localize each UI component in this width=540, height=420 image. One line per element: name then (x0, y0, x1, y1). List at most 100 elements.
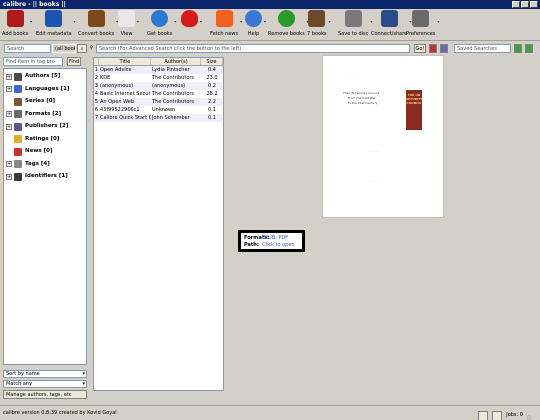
toolbar-info-button[interactable]: Edit metadata ▾ (36, 10, 76, 37)
tag-category[interactable]: + Publishers [2] (6, 121, 68, 132)
tag-category[interactable]: News [0] (6, 146, 52, 157)
path-link[interactable]: Click to open (262, 242, 295, 248)
book-author: Unknown (152, 107, 176, 113)
category-icon (14, 97, 22, 106)
category-label: News [0] (25, 148, 53, 154)
find-button[interactable]: Find (67, 57, 81, 66)
dropdown-arrow-icon[interactable]: ▾ (437, 19, 439, 24)
match-combo[interactable]: Match any (3, 380, 87, 388)
advanced-search-icon[interactable]: ⚲ (89, 44, 94, 53)
main-toolbar: Add books▾Edit metadata▾Convert books▾Vi… (0, 9, 540, 41)
library-icon (308, 10, 326, 27)
toolbar-library-button[interactable]: 7 books ▾ (307, 10, 331, 37)
jobs-indicator[interactable]: Jobs: 0 (506, 408, 523, 420)
toolbar-label: Save to disc (338, 31, 369, 37)
virtual-library-combo[interactable]: Search (4, 44, 51, 53)
book-row[interactable]: 7Calibre Quick Start GuideJohn Schember0… (94, 114, 223, 122)
cover-small-line: · · · · · · · · · (343, 78, 354, 80)
book-row[interactable]: 3 (anonymous) (anonymous) 0.2 (94, 82, 223, 90)
globe-icon (151, 10, 169, 27)
close-button[interactable] (530, 1, 538, 8)
tag-category[interactable]: + Authors [5] (6, 71, 60, 82)
clear-search-icon[interactable] (429, 44, 437, 53)
toolbar-label: Convert books (78, 31, 115, 37)
layout-icon[interactable] (478, 410, 489, 420)
dropdown-arrow-icon[interactable]: ▾ (240, 19, 242, 24)
book-row[interactable]: 6 43f99522966c1 Unknown 0.1 (94, 106, 223, 114)
toolbar-heart-button[interactable]: ▾ (181, 10, 202, 31)
tag-category[interactable]: + Languages [1] (6, 84, 69, 95)
saved-searches-combo[interactable]: Saved Searches (454, 44, 511, 53)
book-title: Basic Internet Security (100, 91, 151, 97)
dropdown-arrow-icon[interactable]: ▾ (74, 19, 76, 24)
go-button[interactable]: Go! (414, 44, 426, 53)
dropdown-arrow-icon[interactable]: ▾ (30, 19, 32, 24)
toolbar-preferences-button[interactable]: Preferences ▾ (406, 10, 439, 37)
maximize-button[interactable] (521, 1, 529, 8)
formats-link[interactable]: EPUB, PDF (262, 235, 288, 241)
recycle-icon (277, 10, 295, 27)
category-label: Publishers [2] (25, 123, 69, 129)
toolbar-save-button[interactable]: Save to disc ▾ (338, 10, 372, 37)
search-input[interactable]: Search (For Advanced Search click the bu… (96, 44, 410, 53)
toolbar-magnifier-button[interactable]: View ▾ (118, 10, 139, 37)
dropdown-arrow-icon[interactable]: ▾ (264, 19, 266, 24)
magnifier-icon (118, 10, 135, 27)
all-books-label: (all books) (52, 44, 76, 53)
expand-icon[interactable]: + (6, 111, 12, 117)
column-size[interactable]: Size (MB) (201, 58, 223, 65)
toolbar-news-button[interactable]: Fetch news ▾ (210, 10, 242, 37)
binoculars-icon[interactable]: ⌕ (77, 44, 87, 53)
toolbar-connect-button[interactable]: Connect/share ▾ (371, 10, 411, 37)
toolbar-label: Help (247, 31, 260, 37)
tag-category[interactable]: Ratings [0] (6, 134, 59, 145)
toolbar-label: Add books (2, 31, 29, 37)
book-row[interactable]: 4Basic Internet SecurityThe Contributors… (94, 90, 223, 98)
book-row[interactable]: 2 KDE The Contributors 23.0 (94, 74, 223, 82)
expand-icon[interactable]: + (6, 73, 12, 80)
tag-category[interactable]: + Tags [4] (6, 159, 50, 170)
heart-icon (181, 10, 198, 27)
tag-category[interactable]: Series [0] (6, 96, 55, 107)
column-title[interactable]: Title (99, 58, 151, 65)
dropdown-arrow-icon[interactable]: ▾ (174, 19, 176, 24)
copy-search-icon[interactable] (440, 44, 448, 53)
delete-search-icon[interactable] (525, 44, 533, 53)
cover-sub1: From the Cold War (348, 96, 376, 100)
minimize-button[interactable] (512, 1, 520, 8)
title-bar: calibre - || books || (0, 0, 540, 9)
expand-icon[interactable]: + (6, 161, 12, 167)
info-icon (45, 10, 63, 27)
manage-button[interactable]: Manage authors, tags, etc (3, 390, 87, 399)
path-label: Path: (244, 242, 259, 248)
expand-icon[interactable]: + (6, 173, 12, 180)
book-list: Title Author(s) Size (MB) 1Open AdviceLy… (93, 57, 224, 391)
toolbar-add-books-button[interactable]: Add books ▾ (2, 10, 32, 37)
toolbar-label: Connect/share (371, 31, 408, 37)
category-icon (14, 72, 22, 81)
expand-icon[interactable]: + (6, 123, 12, 130)
sort-by-combo[interactable]: Sort by name (3, 370, 87, 378)
category-label: Authors [5] (25, 73, 61, 79)
tag-browser: Find item in tag bro Find + Authors [5] + L… (3, 57, 87, 367)
tag-category[interactable]: + Identifiers [1] (6, 171, 68, 182)
toolbar-help-button[interactable]: Help ▾ (245, 10, 266, 37)
dropdown-arrow-icon[interactable]: ▾ (200, 19, 202, 24)
dropdown-arrow-icon[interactable]: ▾ (137, 19, 139, 24)
column-author[interactable]: Author(s) (151, 58, 201, 65)
version-text: calibre version 0.8.39 created by Kovid … (3, 410, 117, 416)
save-search-icon[interactable] (514, 44, 522, 53)
find-tag-input[interactable]: Find item in tag bro (3, 57, 63, 66)
dropdown-arrow-icon[interactable]: ▾ (329, 19, 331, 24)
book-size: 0.4 (208, 67, 216, 73)
cover-preview[interactable]: · · · · · · · · · The UN Security Counci… (322, 55, 444, 218)
cover-grid-icon[interactable] (492, 410, 503, 420)
expand-icon[interactable]: + (6, 86, 12, 92)
toolbar-convert-button[interactable]: Convert books▾ (78, 10, 118, 37)
book-row[interactable]: 1 Open Advice Lydia Pintscher 0.4 (94, 66, 223, 74)
tag-category[interactable]: + Formats [2] (6, 109, 61, 120)
book-row[interactable]: 5 An Open Web The Contributors 2.2 (94, 98, 223, 106)
toolbar-globe-button[interactable]: Get books ▾ (147, 10, 176, 37)
news-icon (215, 10, 233, 27)
toolbar-recycle-button[interactable]: Remove books▾ (268, 10, 309, 37)
